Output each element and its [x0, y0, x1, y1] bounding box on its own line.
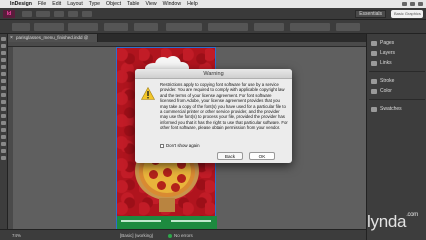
screen-mode-button[interactable] — [68, 11, 78, 17]
checkbox-box[interactable] — [160, 143, 164, 148]
pen-tool-icon[interactable] — [1, 79, 6, 83]
frame-fitting-controls[interactable] — [290, 23, 330, 31]
x-y-fields[interactable] — [34, 23, 64, 31]
zoom-level[interactable]: 74% — [12, 233, 21, 238]
panel-links[interactable]: Links — [371, 60, 392, 66]
width-height-fields[interactable] — [68, 23, 98, 31]
panel-layers[interactable]: Layers — [371, 50, 395, 56]
panel-color[interactable]: Color — [371, 88, 392, 94]
menu-app-name[interactable]: InDesign — [10, 1, 32, 7]
application-bar: Id Essentials Basic Graphics Frame — [0, 8, 426, 24]
dont-show-again-label: Don't show again — [166, 143, 200, 148]
back-button[interactable]: Back — [217, 152, 243, 160]
watermark-suffix: .com — [406, 212, 418, 218]
menu-type[interactable]: Type — [89, 1, 100, 7]
panel-swatches-label: Swatches — [380, 106, 402, 112]
page-style-status[interactable]: [Basic] (working) — [120, 233, 153, 238]
document-tab[interactable]: × parisglasses_menu_finished.indd @ 74% — [8, 34, 98, 48]
dont-show-again-checkbox[interactable]: Don't show again — [160, 143, 200, 148]
status-bar: 74% [Basic] (working) No errors — [0, 229, 366, 240]
panel-layers-label: Layers — [380, 50, 396, 56]
reference-point-control[interactable] — [12, 23, 30, 31]
panel-stroke-label: Stroke — [380, 78, 395, 84]
direct-selection-tool-icon[interactable] — [1, 44, 6, 48]
menu-help[interactable]: Help — [187, 1, 198, 7]
view-options-button[interactable] — [54, 11, 64, 17]
effects-controls[interactable] — [254, 23, 284, 31]
note-tool-icon[interactable] — [1, 128, 6, 132]
gradient-tool-icon[interactable] — [1, 121, 6, 125]
hand-tool-icon[interactable] — [1, 142, 6, 146]
ok-button[interactable]: OK — [249, 152, 275, 160]
panel-pages[interactable]: Pages — [371, 40, 394, 46]
dialog-message: Restrictions apply to copying font softw… — [160, 82, 288, 131]
eyedropper-tool-icon[interactable] — [1, 135, 6, 139]
stroke-weight-field[interactable] — [208, 23, 248, 31]
panel-pages-label: Pages — [380, 40, 395, 46]
fill-stroke-controls[interactable] — [166, 23, 202, 31]
preflight-ok-icon — [168, 233, 172, 238]
wifi-icon[interactable] — [402, 2, 407, 6]
line-tool-icon[interactable] — [1, 72, 6, 76]
menu-table[interactable]: Table — [127, 1, 139, 7]
control-panel — [0, 20, 426, 34]
links-icon — [371, 60, 377, 66]
page-tool-icon[interactable] — [1, 51, 6, 55]
footer-band[interactable] — [117, 216, 217, 229]
menu-window[interactable]: Window — [163, 1, 181, 7]
battery-icon[interactable] — [410, 2, 415, 6]
stroke-icon — [371, 78, 377, 84]
fill-stroke-swatch-icon[interactable] — [1, 156, 6, 160]
pencil-tool-icon[interactable] — [1, 86, 6, 90]
zoom-tool-icon[interactable] — [1, 149, 6, 153]
gap-tool-icon[interactable] — [1, 58, 6, 62]
workspace-switcher[interactable]: Essentials — [355, 10, 386, 18]
zoom-level-dropdown[interactable] — [36, 11, 50, 17]
warning-dialog: Warning Restrictions apply to copying fo… — [135, 69, 292, 163]
menu-edit[interactable]: Edit — [52, 1, 61, 7]
warning-icon — [141, 87, 155, 100]
watermark-text: lynda — [367, 212, 407, 231]
menu-view[interactable]: View — [145, 1, 156, 7]
free-transform-tool-icon[interactable] — [1, 114, 6, 118]
scissors-tool-icon[interactable] — [1, 107, 6, 111]
pages-icon — [371, 40, 377, 46]
rectangle-tool-icon[interactable] — [1, 100, 6, 104]
arrange-documents-button[interactable] — [82, 11, 92, 17]
type-tool-icon[interactable] — [1, 65, 6, 69]
bridge-button[interactable] — [22, 11, 32, 17]
rectangle-frame-tool-icon[interactable] — [1, 93, 6, 97]
close-tab-icon[interactable]: × — [10, 34, 13, 42]
rotate-shear-fields[interactable] — [134, 23, 158, 31]
color-icon — [371, 88, 377, 94]
object-style-dropdown[interactable] — [336, 23, 360, 31]
scale-fields[interactable] — [104, 23, 128, 31]
indesign-logo: Id — [3, 10, 15, 18]
menu-object[interactable]: Object — [106, 1, 121, 7]
layers-icon — [371, 50, 377, 56]
swatches-icon — [371, 106, 377, 112]
menu-layout[interactable]: Layout — [67, 1, 83, 7]
system-menu-bar: InDesign File Edit Layout Type Object Ta… — [0, 0, 426, 8]
tools-panel — [0, 34, 8, 230]
panel-dock: Pages Layers Links Stroke Color Swatches — [366, 34, 426, 240]
menubar-status-icons — [402, 0, 423, 8]
panel-links-label: Links — [380, 60, 392, 66]
menu-file[interactable]: File — [38, 1, 46, 7]
selection-tool-icon[interactable] — [1, 37, 6, 41]
panel-color-label: Color — [380, 88, 392, 94]
dialog-title: Warning — [135, 69, 292, 79]
preflight-status[interactable]: No errors — [168, 233, 193, 238]
search-icon[interactable] — [418, 2, 423, 6]
preflight-label: No errors — [174, 233, 193, 238]
help-search-field[interactable]: Basic Graphics Frame — [391, 10, 423, 24]
panel-stroke[interactable]: Stroke — [371, 78, 394, 84]
lynda-watermark: lynda.com — [367, 212, 418, 232]
panel-swatches[interactable]: Swatches — [371, 106, 402, 112]
